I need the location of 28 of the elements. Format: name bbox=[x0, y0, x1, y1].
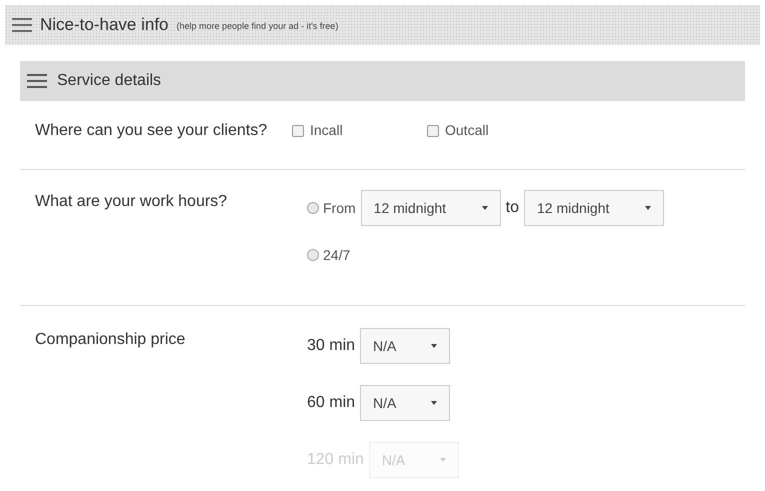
duration-label: 60 min bbox=[307, 393, 356, 413]
radio-button[interactable] bbox=[307, 249, 319, 261]
field-label: What are your work hours? bbox=[34, 192, 228, 212]
dropdown-select[interactable]: 12 midnight bbox=[524, 190, 664, 226]
caret-icon bbox=[431, 401, 438, 405]
checkbox[interactable] bbox=[427, 124, 439, 136]
dropdown-select[interactable]: 12 midnight bbox=[360, 190, 501, 226]
checkbox[interactable] bbox=[292, 124, 304, 136]
checkbox-label: Outcall bbox=[445, 121, 489, 140]
caret-icon bbox=[645, 206, 652, 210]
caret-icon bbox=[431, 344, 438, 348]
checkbox-label: Incall bbox=[310, 121, 343, 140]
menu-icon[interactable] bbox=[27, 74, 47, 88]
caret-icon bbox=[440, 458, 446, 462]
dropdown-select[interactable]: N/A bbox=[360, 385, 450, 421]
dropdown-select[interactable]: N/A bbox=[360, 328, 450, 364]
field-label: Where can you see your clients? bbox=[34, 121, 268, 141]
header-subtitle: (help more people find your ad - it's free) bbox=[176, 20, 338, 33]
header-title: Nice-to-have info bbox=[40, 14, 169, 36]
section-title: Service details bbox=[57, 71, 162, 91]
duration-label: 30 min bbox=[307, 336, 356, 356]
range-joiner: to bbox=[506, 198, 520, 218]
menu-icon[interactable] bbox=[12, 18, 32, 32]
field-label: Companionship price bbox=[34, 330, 186, 350]
radio-label: 24/7 bbox=[323, 246, 350, 264]
caret-icon bbox=[482, 206, 488, 210]
radio-button[interactable] bbox=[307, 202, 319, 214]
radio-label: From bbox=[323, 198, 356, 218]
